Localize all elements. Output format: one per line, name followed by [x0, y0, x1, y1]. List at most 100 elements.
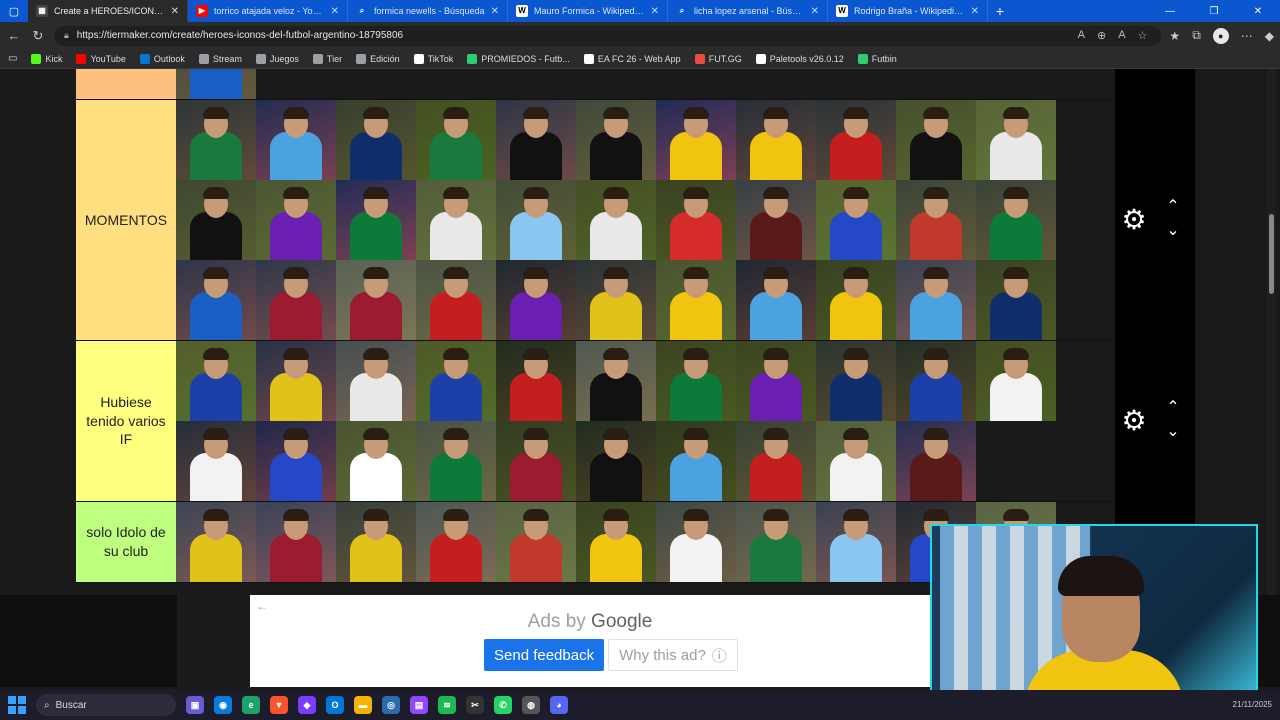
browser-tab[interactable]: W Mauro Formica - Wikipedia, la enc ✕ [508, 0, 668, 22]
player-card[interactable] [656, 180, 736, 260]
tier-label[interactable] [76, 69, 176, 99]
player-card[interactable] [176, 180, 256, 260]
windows-start-icon[interactable] [8, 696, 26, 714]
scrollbar-thumb[interactable] [1269, 214, 1274, 294]
tier-label[interactable]: Hubiese tenido varios IF [76, 341, 176, 501]
translate-icon[interactable]: A [1078, 29, 1085, 42]
player-card[interactable] [816, 421, 896, 501]
player-card[interactable] [736, 341, 816, 421]
close-tab-icon[interactable]: ✕ [811, 6, 819, 17]
favorite-star-icon[interactable]: ☆ [1138, 29, 1148, 42]
player-card[interactable] [256, 341, 336, 421]
browser-tab[interactable]: ⌕ formica newells - Búsqueda ✕ [348, 0, 508, 22]
profile-avatar[interactable]: ● [1212, 27, 1229, 44]
player-card[interactable] [976, 260, 1056, 340]
player-card[interactable] [256, 260, 336, 340]
player-card[interactable] [816, 260, 896, 340]
bookmark-item[interactable]: Edición [356, 53, 400, 64]
player-card[interactable] [976, 100, 1056, 180]
whatsapp-app-icon[interactable]: ✆ [494, 696, 512, 714]
player-card[interactable] [896, 260, 976, 340]
close-window-icon[interactable]: ✕ [1236, 0, 1280, 22]
player-card[interactable] [176, 69, 256, 99]
player-card[interactable] [496, 341, 576, 421]
site-info-icon[interactable]: 🔒︎ [64, 30, 69, 41]
player-card[interactable] [656, 260, 736, 340]
player-card[interactable] [976, 341, 1056, 421]
why-this-ad-button[interactable]: Why this ad? ⓘ [608, 639, 738, 671]
bookmark-item[interactable]: Futbin [857, 53, 897, 64]
spotify-app-icon[interactable]: ≋ [438, 696, 456, 714]
browser-tab[interactable]: ▶ torrico atajada veloz - YouTube ✕ [188, 0, 348, 22]
copilot-icon[interactable]: ◆ [1265, 29, 1274, 43]
page-scrollbar[interactable] [1267, 69, 1276, 595]
menu-dots-icon[interactable]: ⋯ [1241, 29, 1253, 43]
player-card[interactable] [816, 341, 896, 421]
player-card[interactable] [736, 260, 816, 340]
browser-tab[interactable]: W Rodrigo Braña - Wikipedia, la enc ✕ [828, 0, 988, 22]
player-card[interactable] [576, 100, 656, 180]
player-card[interactable] [896, 100, 976, 180]
close-tab-icon[interactable]: ✕ [171, 6, 179, 17]
tab-actions-icon[interactable]: ▢ [0, 0, 28, 22]
restore-icon[interactable]: ❐ [1192, 0, 1236, 22]
tier-label[interactable]: solo Idolo de su club [76, 502, 176, 582]
player-card[interactable] [416, 341, 496, 421]
edge-app-icon[interactable]: e [242, 696, 260, 714]
favorites-icon[interactable]: ★ [1169, 29, 1180, 43]
browser-tab[interactable]: ⌕ licha lopez arsenal - Búsqueda ✕ [668, 0, 828, 22]
bookmark-item[interactable]: PROMIEDOS - Futb... [467, 53, 570, 64]
player-card[interactable] [496, 260, 576, 340]
player-card[interactable] [576, 260, 656, 340]
close-tab-icon[interactable]: ✕ [331, 6, 339, 17]
tier-label[interactable]: MOMENTOS [76, 100, 176, 340]
player-card[interactable] [416, 100, 496, 180]
player-card[interactable] [176, 502, 256, 582]
outlook-app-icon[interactable]: O [326, 696, 344, 714]
player-card[interactable] [656, 421, 736, 501]
player-card[interactable] [256, 421, 336, 501]
player-card[interactable] [416, 180, 496, 260]
player-card[interactable] [336, 100, 416, 180]
back-icon[interactable]: ← [6, 28, 22, 43]
bookmark-item[interactable]: Kick [31, 53, 62, 64]
player-card[interactable] [336, 502, 416, 582]
player-card[interactable] [896, 421, 976, 501]
player-card[interactable] [736, 100, 816, 180]
collections-icon[interactable]: ⧉ [1192, 28, 1201, 43]
close-tab-icon[interactable]: ✕ [971, 6, 979, 17]
minimize-icon[interactable]: — [1148, 0, 1192, 22]
player-card[interactable] [896, 341, 976, 421]
browser-tab[interactable]: ▦ Create a HEROES/ICONOS del FU ✕ [28, 0, 188, 22]
bookmark-item[interactable]: YouTube [76, 53, 126, 64]
player-card[interactable] [576, 502, 656, 582]
player-card[interactable] [336, 180, 416, 260]
move-up-icon[interactable]: ⌃ [1161, 400, 1185, 416]
bookmark-item[interactable]: Paletools v26.0.12 [755, 53, 844, 64]
steam-app-icon[interactable]: ◍ [522, 696, 540, 714]
move-up-icon[interactable]: ⌃ [1161, 199, 1185, 215]
gear-icon[interactable]: ⚙ [1119, 406, 1149, 436]
player-card[interactable] [176, 341, 256, 421]
player-card[interactable] [576, 341, 656, 421]
bookmark-item[interactable]: TikTok [413, 53, 453, 64]
move-down-icon[interactable]: ⌄ [1161, 223, 1185, 239]
player-card[interactable] [816, 100, 896, 180]
twitch-app-icon[interactable]: ▤ [410, 696, 428, 714]
reload-icon[interactable]: ↻ [30, 28, 46, 44]
copilot-app-icon[interactable]: ◉ [214, 696, 232, 714]
player-card[interactable] [576, 421, 656, 501]
chrome-app-icon[interactable]: ◎ [382, 696, 400, 714]
move-down-icon[interactable]: ⌄ [1161, 424, 1185, 440]
player-card[interactable] [496, 180, 576, 260]
player-card[interactable] [656, 341, 736, 421]
send-feedback-button[interactable]: Send feedback [484, 639, 605, 671]
discord-app-icon[interactable]: ◕ [550, 696, 568, 714]
player-card[interactable] [496, 502, 576, 582]
player-card[interactable] [336, 260, 416, 340]
player-card[interactable] [416, 502, 496, 582]
zoom-icon[interactable]: ⊕ [1097, 29, 1106, 42]
player-card[interactable] [896, 180, 976, 260]
bookmark-item[interactable]: Outlook [139, 53, 185, 64]
capcut-app-icon[interactable]: ✂ [466, 696, 484, 714]
